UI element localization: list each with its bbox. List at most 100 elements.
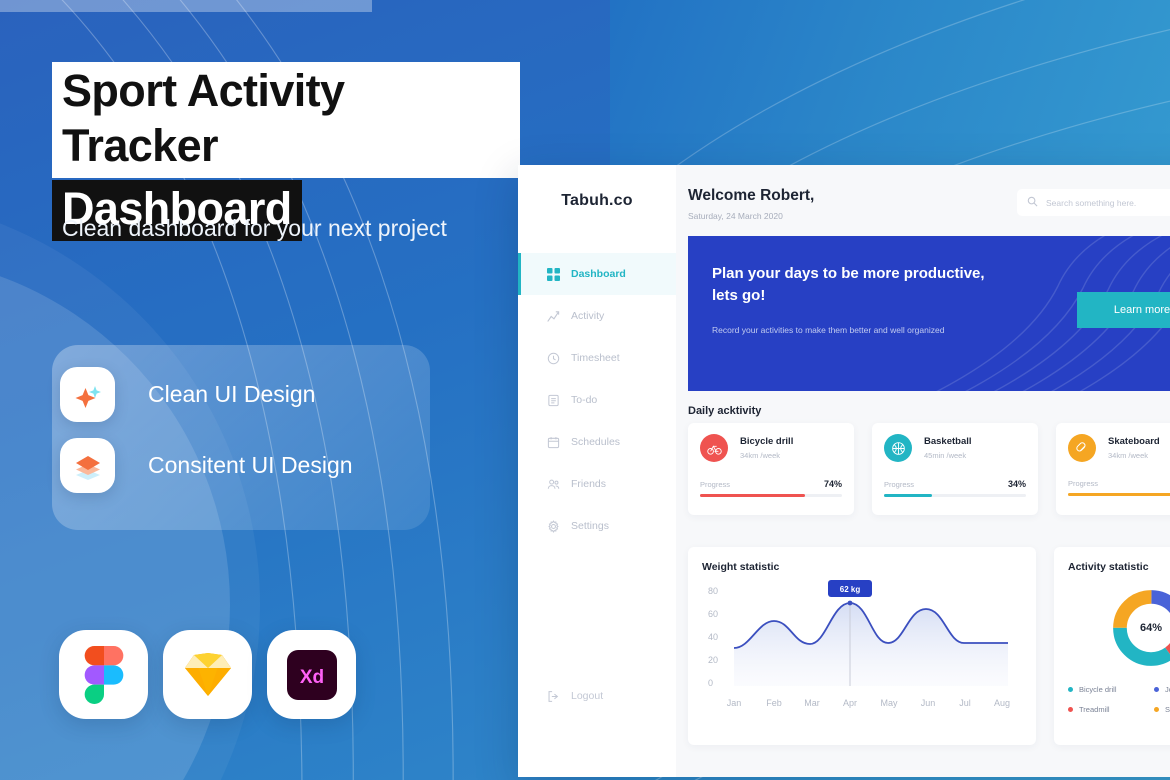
progress-bar	[884, 494, 1026, 497]
y-tick-0: 0	[708, 678, 713, 688]
x-tick-jun: Jun	[921, 698, 936, 708]
activity-name: Bicycle drill	[740, 436, 794, 447]
clock-icon	[546, 351, 560, 365]
weight-chart-title: Weight statistic	[702, 561, 780, 573]
x-tick-jul: Jul	[959, 698, 971, 708]
x-tick-mar: Mar	[804, 698, 820, 708]
current-date: Saturday, 24 March 2020	[688, 211, 783, 221]
progress-label: Progress	[700, 480, 731, 489]
feature-item-consistent-ui: Consitent UI Design	[60, 438, 353, 493]
promo-subtitle: Clean dashboard for your next project	[62, 215, 447, 241]
progress-fill	[884, 494, 933, 497]
page-title: Welcome Robert,	[688, 187, 815, 204]
feature-label: Consitent UI Design	[148, 452, 353, 478]
dashboard-main: Welcome Robert, Saturday, 24 March 2020 …	[676, 165, 1170, 777]
activity-metric: 34km /week	[740, 451, 781, 460]
progress-label: Progress	[1068, 479, 1099, 488]
progress-percent: 34%	[1007, 479, 1026, 489]
legend-label: Treadmill	[1079, 705, 1110, 714]
weight-tooltip-label: 62 kg	[840, 585, 861, 594]
y-tick-80: 80	[708, 586, 718, 596]
sidebar-item-label: Friends	[571, 478, 607, 490]
promo-panel: Sport Activity Tracker Dashboard Clean d…	[0, 0, 520, 780]
basketball-icon	[884, 434, 912, 462]
x-tick-feb: Feb	[766, 698, 782, 708]
legend-label: Jog	[1165, 685, 1170, 694]
promo-banner: Plan your days to be more productive, le…	[688, 236, 1170, 391]
adobe-xd-label: Xd	[299, 667, 323, 688]
legend-item-stre: Stre	[1154, 705, 1170, 714]
welcome-block: Welcome Robert, Saturday, 24 March 2020	[688, 187, 814, 221]
grid-icon	[546, 267, 560, 281]
x-tick-aug: Aug	[994, 698, 1010, 708]
sidebar-item-todo[interactable]: To-do	[518, 379, 676, 421]
feature-label: Clean UI Design	[148, 381, 316, 407]
chart-line-icon	[546, 309, 560, 323]
feature-item-clean-ui: Clean UI Design	[60, 367, 315, 422]
sidebar-item-friends[interactable]: Friends	[518, 463, 676, 505]
activity-donut-chart: 64%	[1110, 587, 1170, 669]
daily-activity-title: Daily acktivity	[688, 405, 762, 417]
y-tick-60: 60	[708, 609, 718, 619]
legend-item-bicycle-drill: Bicycle drill	[1068, 685, 1148, 694]
promo-title-line1: Sport Activity Tracker	[52, 62, 520, 178]
legend-label: Bicycle drill	[1079, 685, 1117, 694]
legend-dot	[1154, 687, 1159, 692]
brand-logo: Tabuh.co	[561, 192, 633, 209]
daily-activity-cards: Bicycle drill 34km /week Progress 74% Ba…	[688, 423, 1170, 515]
activity-name: Skateboard	[1108, 436, 1160, 447]
x-tick-jan: Jan	[727, 698, 742, 708]
skateboard-icon	[1068, 434, 1096, 462]
search-icon	[1027, 194, 1038, 212]
calendar-icon	[546, 435, 560, 449]
legend-label: Stre	[1165, 705, 1170, 714]
legend-item-jog: Jog	[1154, 685, 1170, 694]
bicycle-icon	[700, 434, 728, 462]
progress-bar	[700, 494, 842, 497]
adobe-xd-logo: Xd	[267, 630, 356, 719]
weight-statistic-panel: Weight statistic 80 60 40 20 0 62 kg Jan…	[688, 547, 1036, 745]
learn-more-button[interactable]: Learn more	[1077, 292, 1170, 328]
progress-bar	[1068, 493, 1170, 496]
activity-card-bicycle-drill[interactable]: Bicycle drill 34km /week Progress 74%	[688, 423, 854, 515]
progress-fill	[1068, 493, 1170, 496]
activity-name: Basketball	[924, 436, 972, 447]
sidebar-item-settings[interactable]: Settings	[518, 505, 676, 547]
sidebar-item-activity[interactable]: Activity	[518, 295, 676, 337]
logout-button[interactable]: Logout	[518, 689, 603, 703]
legend-dot	[1068, 707, 1073, 712]
people-icon	[546, 477, 560, 491]
sidebar-item-label: Schedules	[571, 436, 621, 448]
sidebar-item-schedules[interactable]: Schedules	[518, 421, 676, 463]
search-placeholder: Search something here.	[1046, 197, 1137, 208]
dashboard-window: Tabuh.co Dashboard Activity Timesheet To…	[518, 165, 1170, 777]
logout-label: Logout	[571, 690, 604, 702]
sidebar-nav: Dashboard Activity Timesheet To-do Sched…	[518, 253, 676, 547]
sketch-logo	[163, 630, 252, 719]
feature-card: Clean UI Design Consitent UI Design	[52, 345, 430, 530]
progress-percent: 74%	[823, 479, 842, 489]
gear-icon	[546, 519, 560, 533]
x-tick-may: May	[880, 698, 898, 708]
y-tick-20: 20	[708, 655, 718, 665]
sidebar-item-label: Timesheet	[571, 352, 620, 364]
donut-center-label: 64%	[1139, 622, 1163, 634]
x-tick-apr: Apr	[843, 698, 857, 708]
layers-icon	[60, 438, 115, 493]
banner-heading: Plan your days to be more productive, le…	[712, 265, 985, 304]
sparkle-icon	[60, 367, 115, 422]
sidebar-item-dashboard[interactable]: Dashboard	[518, 253, 676, 295]
activity-statistic-panel: Activity statistic 64% Bicycle drill Jog	[1054, 547, 1170, 745]
sidebar-item-timesheet[interactable]: Timesheet	[518, 337, 676, 379]
y-tick-40: 40	[708, 632, 718, 642]
search-bar[interactable]: Search something here.	[1017, 189, 1170, 216]
progress-fill	[700, 494, 806, 497]
activity-card-skateboard[interactable]: Skateboard 34km /week Progress	[1056, 423, 1170, 515]
sidebar: Tabuh.co Dashboard Activity Timesheet To…	[518, 165, 676, 777]
banner-subtext: Record your activities to make them bett…	[712, 325, 945, 335]
legend-dot	[1068, 687, 1073, 692]
activity-legend: Bicycle drill Jog Treadmill Stre	[1068, 685, 1170, 714]
sidebar-item-label: Settings	[571, 520, 609, 532]
weight-area-chart: 80 60 40 20 0 62 kg Jan Feb Mar Apr May …	[708, 580, 1010, 708]
activity-card-basketball[interactable]: Basketball 45min /week Progress 34%	[872, 423, 1038, 515]
